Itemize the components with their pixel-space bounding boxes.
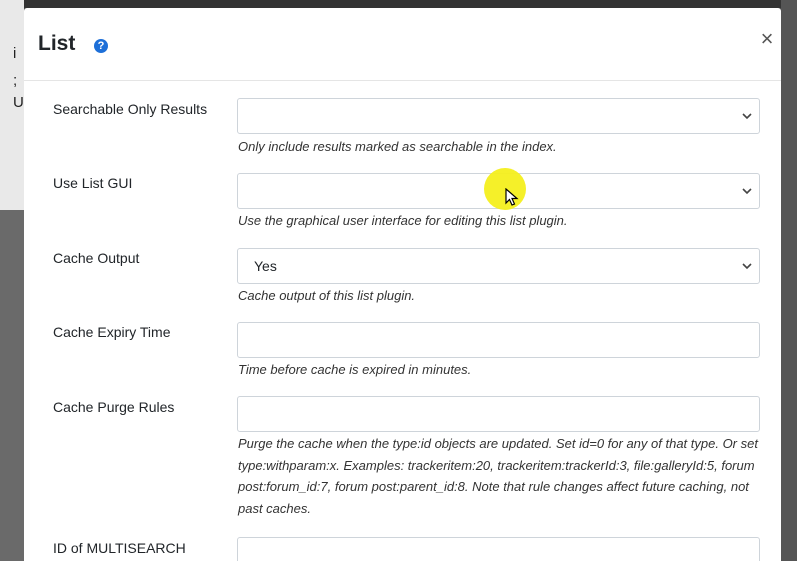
cache-purge-rules-input[interactable] [237,396,760,432]
background-page-shadow [0,210,24,561]
modal-title: List [38,32,76,55]
field-label: Use List GUI [53,175,133,191]
background-page: i ; U [0,0,24,561]
field-label: Cache Output [53,250,140,266]
modal-header: List ? × [24,8,781,81]
mouse-pointer-icon [505,188,519,206]
close-button[interactable]: × [757,28,777,50]
field-help-text: Use the graphical user interface for edi… [238,213,568,228]
field-help-text: Time before cache is expired in minutes. [238,362,472,377]
field-help-text: Only include results marked as searchabl… [238,139,557,154]
background-text: i [13,45,17,62]
field-label: Cache Expiry Time [53,324,171,340]
list-plugin-modal: List ? × Searchable Only Results Only in… [24,8,781,561]
background-text: ; [13,72,18,89]
cache-output-select[interactable]: Yes [237,248,760,284]
field-help-text: Cache output of this list plugin. [238,288,416,303]
chevron-down-icon [742,188,752,195]
question-circle-icon[interactable]: ? [94,39,108,53]
backdrop-top [0,0,797,8]
chevron-down-icon [742,113,752,120]
backdrop-right [781,0,797,561]
field-label: Cache Purge Rules [53,399,175,415]
background-text: U [13,94,24,111]
cache-expiry-time-input[interactable] [237,322,760,358]
multisearch-id-input[interactable] [237,537,760,561]
field-label: ID of MULTISEARCH [53,540,186,556]
chevron-down-icon [742,263,752,270]
select-value: Yes [254,258,277,274]
searchable-only-results-select[interactable] [237,98,760,134]
field-help-text: Purge the cache when the type:id objects… [238,436,758,516]
field-label: Searchable Only Results [53,101,208,117]
